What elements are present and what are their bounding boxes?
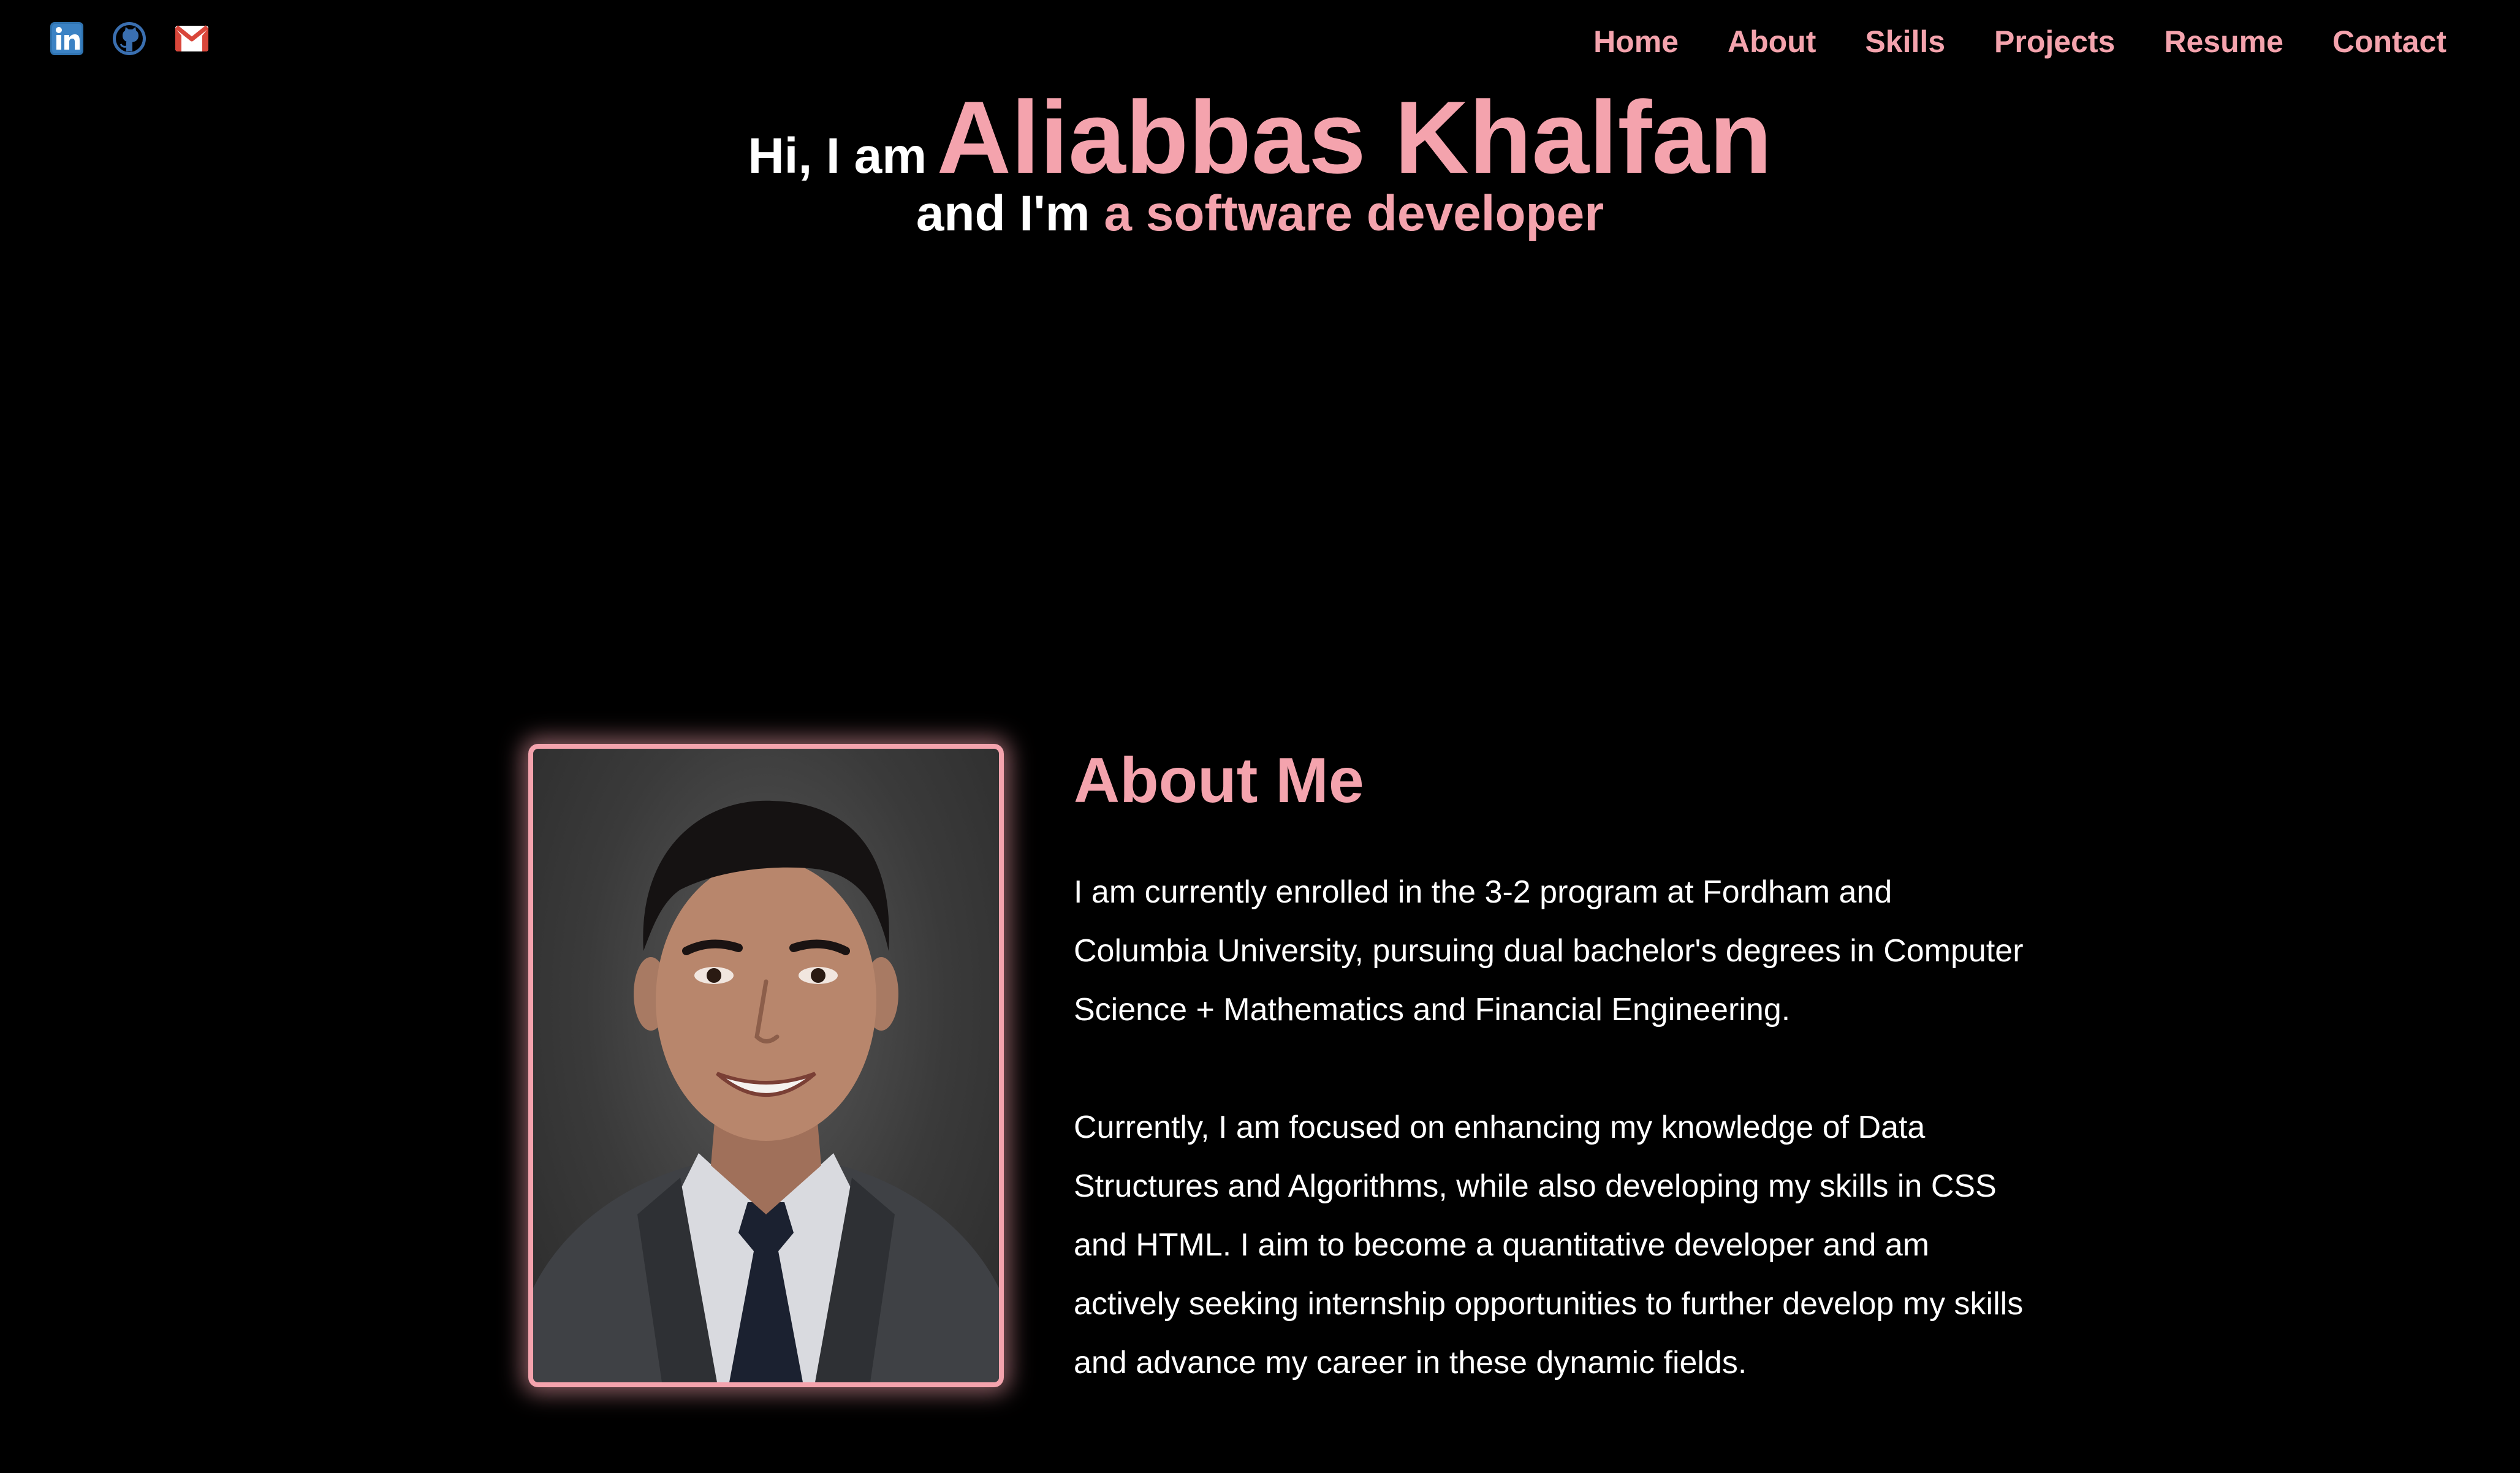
hero-name: Aliabbas Khalfan: [936, 80, 1772, 195]
gmail-link[interactable]: [174, 21, 210, 56]
hero-role: a software developer: [1104, 186, 1604, 241]
linkedin-link[interactable]: [49, 21, 85, 56]
hero-subheading: and I'm a software developer: [0, 185, 2520, 243]
gmail-icon: [175, 25, 209, 51]
nav-projects[interactable]: Projects: [1994, 23, 2115, 60]
about-section: About Me I am currently enrolled in the …: [1074, 744, 2030, 1392]
nav-contact[interactable]: Contact: [2332, 23, 2446, 60]
about-heading: About Me: [1074, 745, 1364, 816]
github-link[interactable]: [112, 21, 147, 56]
main-nav: Home About Skills Projects Resume Contac…: [1593, 23, 2446, 60]
hero-role-prefix: and I'm: [916, 186, 1090, 241]
nav-home[interactable]: Home: [1593, 23, 1679, 60]
nav-skills[interactable]: Skills: [1865, 23, 1945, 60]
github-icon: [113, 22, 146, 55]
hero-greeting: Hi, I am: [748, 128, 927, 184]
portrait-illustration: [533, 800, 999, 1382]
nav-about[interactable]: About: [1728, 23, 1816, 60]
profile-photo: [528, 744, 1004, 1387]
nav-resume[interactable]: Resume: [2164, 23, 2283, 60]
social-links: [49, 21, 210, 56]
about-paragraph-1: I am currently enrolled in the 3-2 progr…: [1074, 874, 2024, 1028]
linkedin-icon: [50, 22, 83, 55]
portfolio-page: Home About Skills Projects Resume Contac…: [0, 0, 2520, 1473]
about-paragraph-2: Currently, I am focused on enhancing my …: [1074, 1110, 2024, 1380]
hero-heading: Hi, I am Aliabbas Khalfan: [0, 78, 2520, 197]
